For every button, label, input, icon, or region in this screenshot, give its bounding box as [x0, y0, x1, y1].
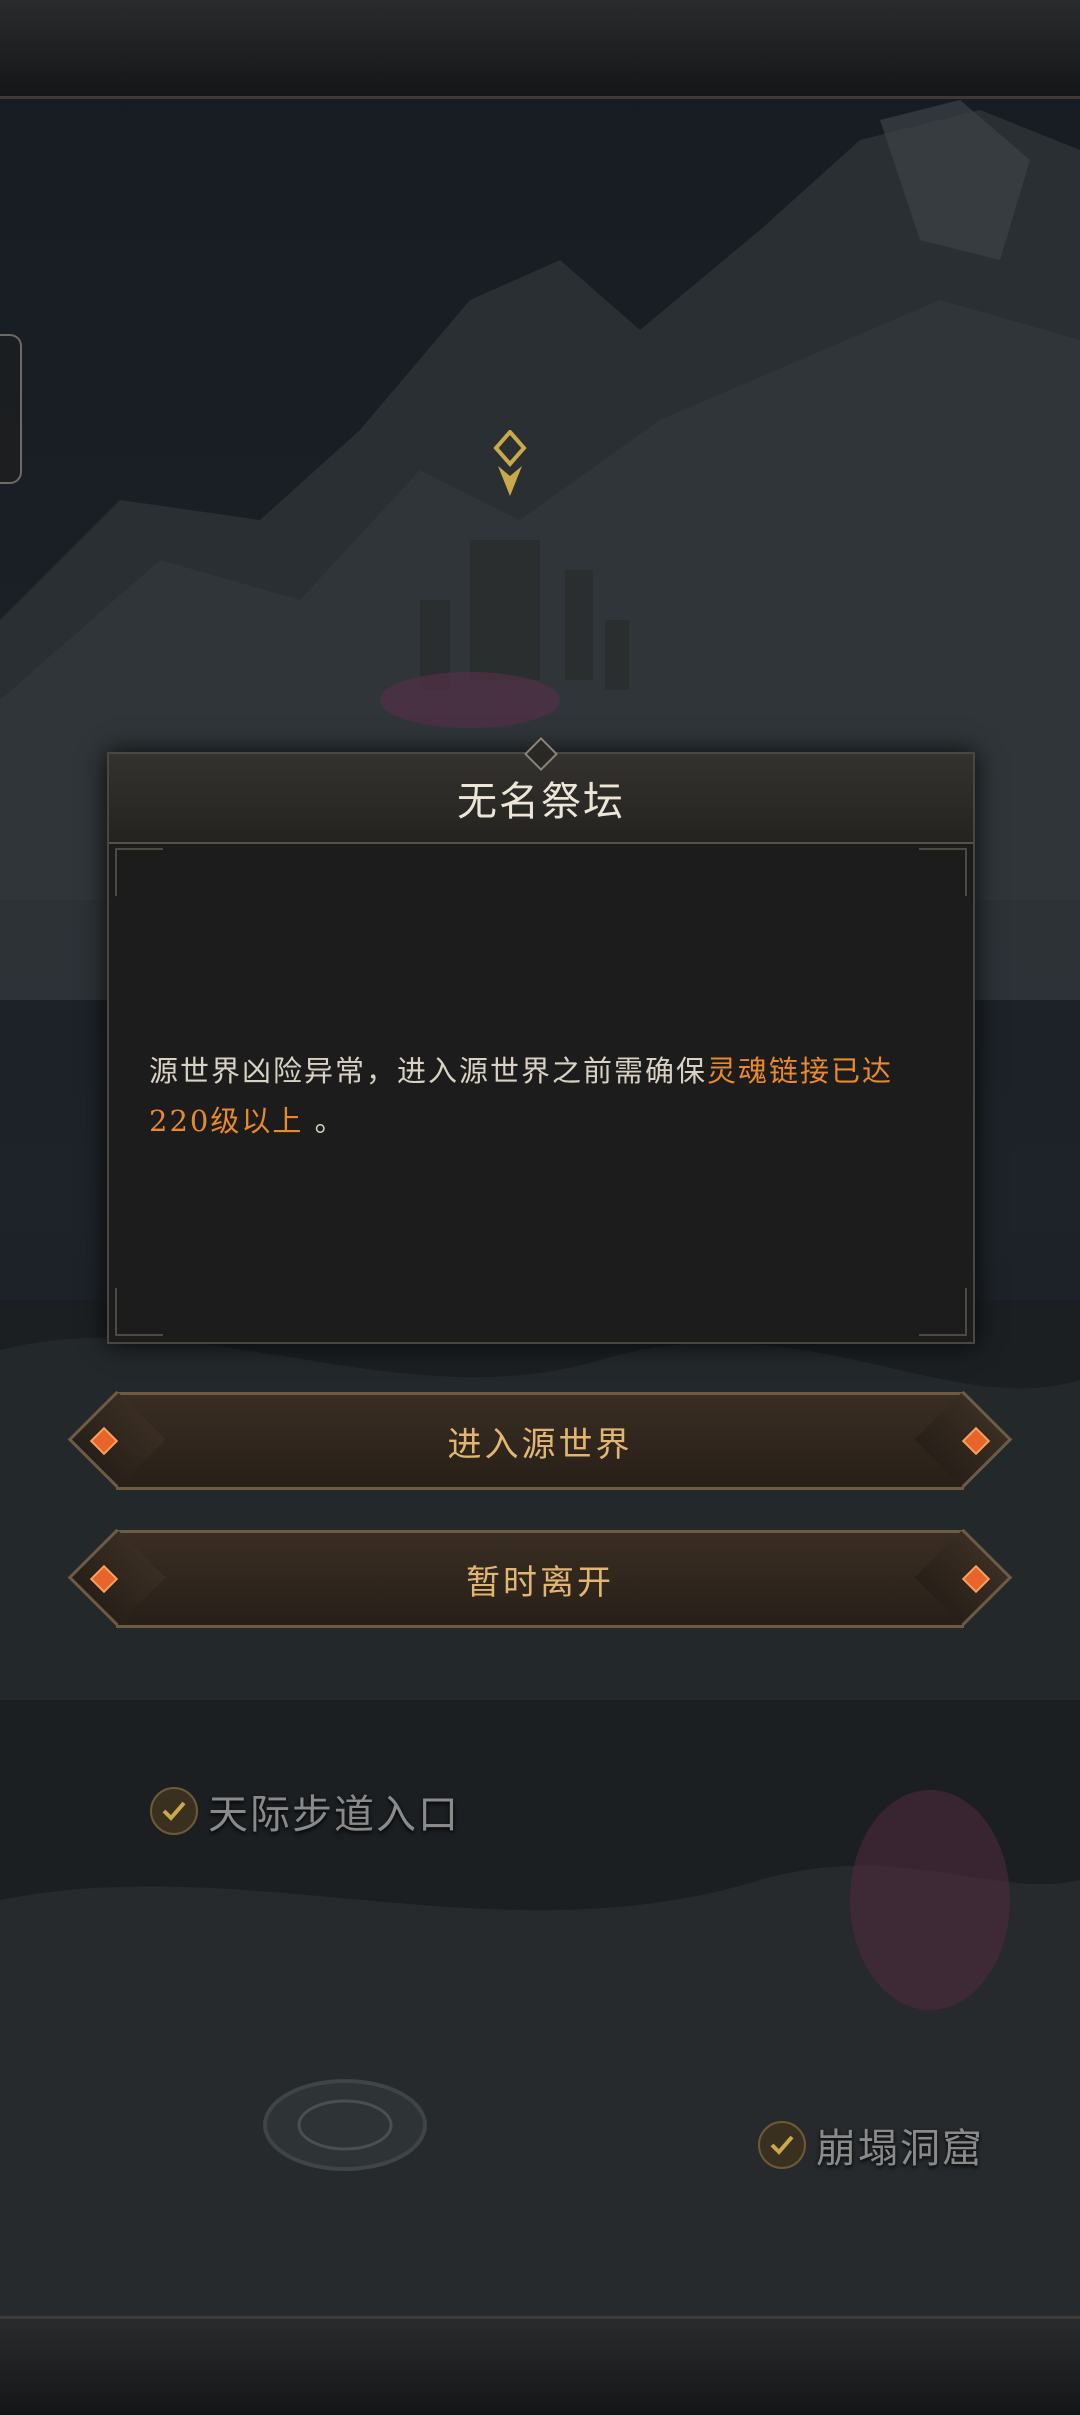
top-frame-border: [0, 0, 1080, 99]
leave-temporarily-button[interactable]: 暂时离开: [89, 1530, 991, 1628]
message-text: 源世界凶险异常，进入源世界之前需确保: [149, 1054, 708, 1088]
button-gem-icon: [961, 1426, 991, 1456]
corner-ornament: [919, 848, 967, 896]
dialog-title: 无名祭坛: [457, 779, 625, 825]
map-location-skyway-entrance[interactable]: 天际步道入口: [150, 1782, 460, 1840]
button-gem-icon: [89, 1426, 119, 1456]
check-icon: [758, 2121, 806, 2169]
check-icon: [150, 1787, 198, 1835]
corner-ornament: [115, 848, 163, 896]
message-period: 。: [314, 1104, 346, 1138]
corner-ornament: [919, 1288, 967, 1336]
button-label: 暂时离开: [466, 1562, 614, 1603]
enter-source-world-button[interactable]: 进入源世界: [89, 1392, 991, 1490]
dialog-message: 源世界凶险异常，进入源世界之前需确保灵魂链接已达220级以上 。: [149, 1046, 939, 1146]
button-gem-icon: [89, 1564, 119, 1594]
button-gem-icon: [961, 1564, 991, 1594]
corner-ornament: [115, 1288, 163, 1336]
location-marker-icon: [493, 430, 527, 496]
location-label: 崩塌洞窟: [816, 2126, 984, 2172]
map-location-collapsed-cave[interactable]: 崩塌洞窟: [758, 2116, 984, 2174]
bottom-frame-border: [0, 2316, 1080, 2415]
location-label: 天际步道入口: [208, 1792, 460, 1838]
altar-dialog: 无名祭坛 源世界凶险异常，进入源世界之前需确保灵魂链接已达220级以上 。: [107, 737, 975, 1344]
side-drawer-tab[interactable]: [0, 334, 22, 484]
button-label: 进入源世界: [447, 1424, 633, 1465]
